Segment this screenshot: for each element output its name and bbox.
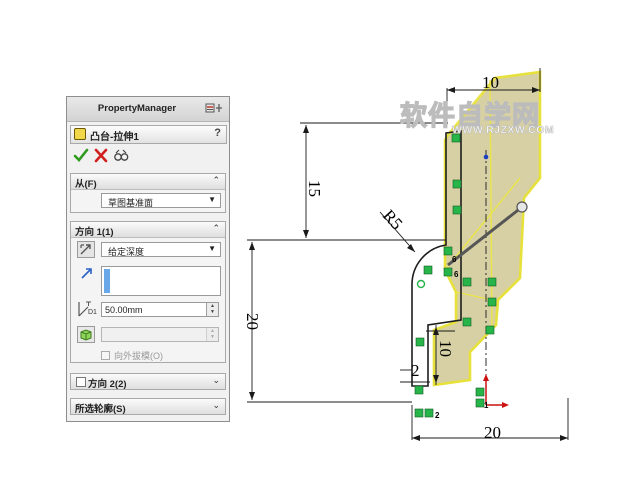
reverse-direction-icon <box>80 244 91 255</box>
collapse-chevron-icon[interactable]: ⌃ <box>212 223 220 234</box>
pin-icon[interactable] <box>205 102 223 115</box>
property-manager-panel: PropertyManager 凸台-拉伸1 ? 从(F) ⌃ 草图基准面 ▼ <box>66 96 230 422</box>
detailed-preview-icon[interactable] <box>113 148 129 163</box>
cancel-x-icon[interactable] <box>93 148 109 163</box>
expand-chevron-icon[interactable]: ⌄ <box>212 375 220 386</box>
draft-angle-input[interactable]: ▲ ▼ <box>101 327 219 342</box>
direction2-group-label: 方向 2(2) <box>88 379 127 390</box>
dimension-top-width[interactable]: 10 <box>482 73 499 92</box>
from-start-condition-select[interactable]: 草图基准面 ▼ <box>101 193 221 208</box>
feature-title: 凸台-拉伸1 <box>90 132 139 143</box>
depth-input[interactable]: 50.00mm ▲ ▼ <box>101 302 219 317</box>
dropdown-arrow-icon: ▼ <box>208 195 216 204</box>
direction-vector-icon <box>81 268 92 279</box>
from-start-condition-value: 草图基准面 <box>108 198 154 208</box>
draft-outward-checkbox-box[interactable] <box>101 351 110 360</box>
help-button[interactable]: ? <box>214 127 221 139</box>
depth-value: 50.00mm <box>105 305 143 315</box>
relation-label-6b: 6 <box>454 270 459 279</box>
direction2-group-header[interactable]: 方向 2(2) ⌄ <box>71 374 225 390</box>
dimension-vertical-upper[interactable]: 15 <box>305 180 324 197</box>
selected-contours-group-header[interactable]: 所选轮廓(S) ⌄ <box>71 399 225 415</box>
feature-header: 凸台-拉伸1 ? <box>70 125 227 144</box>
dimension-radius[interactable]: R5 <box>379 206 406 233</box>
direction-vector-selection-box[interactable] <box>101 266 221 296</box>
direction2-checkbox[interactable] <box>76 377 86 387</box>
selected-contours-group: 所选轮廓(S) ⌄ <box>70 398 226 415</box>
depth-spinner[interactable]: ▲ ▼ <box>206 303 218 316</box>
direction2-group: 方向 2(2) ⌄ <box>70 373 226 390</box>
extrude-boss-icon <box>74 128 86 140</box>
dimension-step-height[interactable]: 10 <box>436 340 455 357</box>
sketch-point[interactable] <box>483 154 489 160</box>
expand-chevron-icon[interactable]: ⌄ <box>212 400 220 411</box>
relation-label-6a: 6 <box>452 255 457 264</box>
selection-active-bar <box>104 269 110 293</box>
from-group-header[interactable]: 从(F) ⌃ <box>71 174 225 190</box>
from-group-label: 从(F) <box>75 179 97 190</box>
graphics-viewport[interactable]: 10 15 R5 20 10 2 20 6 6 2 1 软件自学网 WWW.RJ… <box>230 60 638 500</box>
direction1-group: 方向 1(1) ⌃ 给定深度 ▼ D1 50.00mm ▲ ▼ ▲ ▼ 向外拔模… <box>70 221 226 363</box>
draft-icon <box>80 329 92 341</box>
draft-toggle-button[interactable] <box>77 326 95 343</box>
dropdown-arrow-icon: ▼ <box>208 244 216 253</box>
end-condition-select[interactable]: 给定深度 ▼ <box>101 242 221 257</box>
from-group: 从(F) ⌃ 草图基准面 ▼ <box>70 173 226 213</box>
direction1-group-header[interactable]: 方向 1(1) ⌃ <box>71 222 225 238</box>
depth-icon-label: D1 <box>88 309 97 316</box>
draft-outward-checkbox[interactable]: 向外拔模(O) <box>101 349 163 362</box>
dimension-bottom-width[interactable]: 20 <box>484 423 501 442</box>
property-manager-title: PropertyManager <box>97 103 177 114</box>
draft-outward-label: 向外拔模(O) <box>114 351 163 361</box>
relation-label-2: 2 <box>435 411 440 420</box>
direction-handle[interactable] <box>516 201 528 213</box>
relation-label-1: 1 <box>484 401 489 410</box>
collapse-chevron-icon[interactable]: ⌃ <box>212 175 220 186</box>
reverse-direction-button[interactable] <box>77 241 95 258</box>
draft-angle-spinner[interactable]: ▲ ▼ <box>206 328 218 341</box>
dimension-vertical-total[interactable]: 20 <box>243 313 262 330</box>
ok-checkmark-icon[interactable] <box>73 148 89 163</box>
sketch-point-green[interactable] <box>416 279 426 289</box>
end-condition-value: 给定深度 <box>108 247 145 257</box>
property-manager-titlebar: PropertyManager <box>67 97 229 122</box>
watermark-url: WWW.RJZXW.COM <box>452 124 554 136</box>
dimension-step-width[interactable]: 2 <box>411 361 420 380</box>
direction1-group-label: 方向 1(1) <box>75 227 114 238</box>
selected-contours-group-label: 所选轮廓(S) <box>75 404 126 415</box>
